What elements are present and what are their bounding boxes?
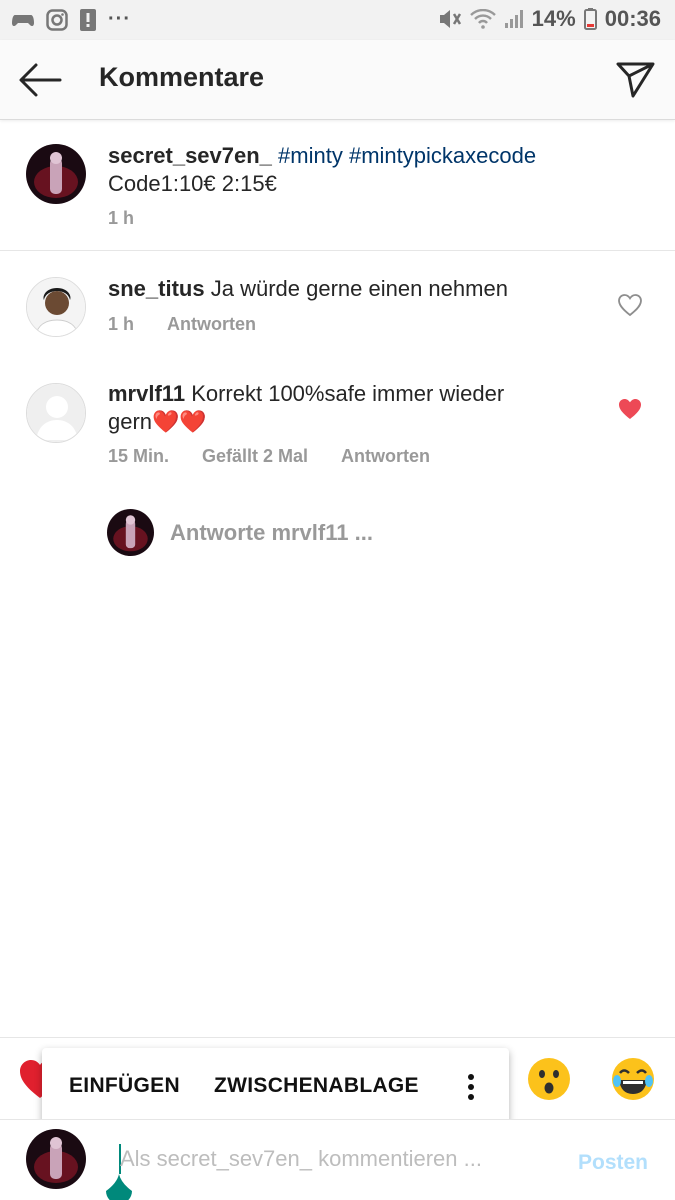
clipboard-button[interactable]: ZWISCHENABLAGE <box>214 1074 419 1098</box>
comment-username[interactable]: mrvlf11 <box>108 381 185 406</box>
gamepad-icon <box>12 14 34 26</box>
header: Kommentare <box>0 40 675 120</box>
comment-meta: 1 h Antworten <box>108 314 256 335</box>
caption-hashtags[interactable]: #minty #mintypickaxecode <box>278 143 536 168</box>
post-button[interactable]: Posten <box>578 1151 648 1175</box>
avatar[interactable] <box>26 383 86 443</box>
battery-icon <box>583 8 597 30</box>
clipboard-popup: EINFÜGEN ZWISCHENABLAGE <box>42 1048 509 1126</box>
mute-icon <box>439 10 461 28</box>
comment-body: Korrekt 100%safe immer wieder <box>191 381 505 406</box>
page-title: Kommentare <box>99 62 265 92</box>
like-count[interactable]: Gefällt 2 Mal <box>202 446 308 467</box>
comment-time: 15 Min. <box>108 446 170 466</box>
comment-input[interactable] <box>120 1146 540 1172</box>
avatar[interactable] <box>26 144 86 204</box>
back-arrow-icon[interactable] <box>16 60 64 100</box>
caption-body: Code1:10€ 2:15€ <box>108 171 277 196</box>
comment-meta: 15 Min. Gefällt 2 Mal Antworten <box>108 446 430 467</box>
caption-time: 1 h <box>108 208 135 228</box>
reply-avatar <box>107 509 154 556</box>
avatar <box>26 1129 86 1189</box>
status-bar: ··· 14% 00:36 <box>0 0 675 40</box>
caption-meta: 1 h <box>108 208 134 229</box>
avatar[interactable] <box>26 277 86 337</box>
cursor-handle-icon[interactable] <box>102 1172 136 1200</box>
signal-icon <box>504 10 523 28</box>
reply-prompt[interactable]: Antworte mrvlf11 ... <box>170 520 373 546</box>
comment-time: 1 h <box>108 314 135 334</box>
caption-username[interactable]: secret_sev7en_ <box>108 143 272 168</box>
comment-text: mrvlf11 Korrekt 100%safe immer wieder ge… <box>108 380 504 436</box>
hushed-face-emoji-icon[interactable] <box>527 1057 571 1101</box>
heart-outline-icon[interactable] <box>617 293 643 317</box>
heart-filled-icon[interactable] <box>617 397 643 421</box>
caption-text: secret_sev7en_ #minty #mintypickaxecode … <box>108 142 536 198</box>
paste-button[interactable]: EINFÜGEN <box>69 1074 180 1098</box>
alert-icon <box>80 8 96 31</box>
wifi-icon <box>469 9 496 29</box>
comment-username[interactable]: sne_titus <box>108 276 205 301</box>
post-caption: secret_sev7en_ #minty #mintypickaxecode … <box>0 121 675 251</box>
battery-percent: 14% <box>531 6 576 31</box>
more-options-icon[interactable] <box>466 1072 476 1102</box>
comment-body: Ja würde gerne einen nehmen <box>210 276 508 301</box>
more-notifications-icon: ··· <box>108 8 131 30</box>
comment-body-line2: gern❤️❤️ <box>108 409 207 434</box>
clock: 00:36 <box>604 6 661 31</box>
tears-of-joy-emoji-icon[interactable] <box>611 1057 655 1101</box>
reply-button[interactable]: Antworten <box>167 314 256 335</box>
comment-text: sne_titus Ja würde gerne einen nehmen <box>108 275 508 303</box>
comment-input-bar: Posten <box>0 1119 675 1200</box>
comment: mrvlf11 Korrekt 100%safe immer wieder ge… <box>0 356 675 486</box>
reply-button[interactable]: Antworten <box>341 446 430 467</box>
send-icon[interactable] <box>615 58 657 100</box>
comment: sne_titus Ja würde gerne einen nehmen 1 … <box>0 252 675 352</box>
instagram-icon <box>46 8 68 31</box>
